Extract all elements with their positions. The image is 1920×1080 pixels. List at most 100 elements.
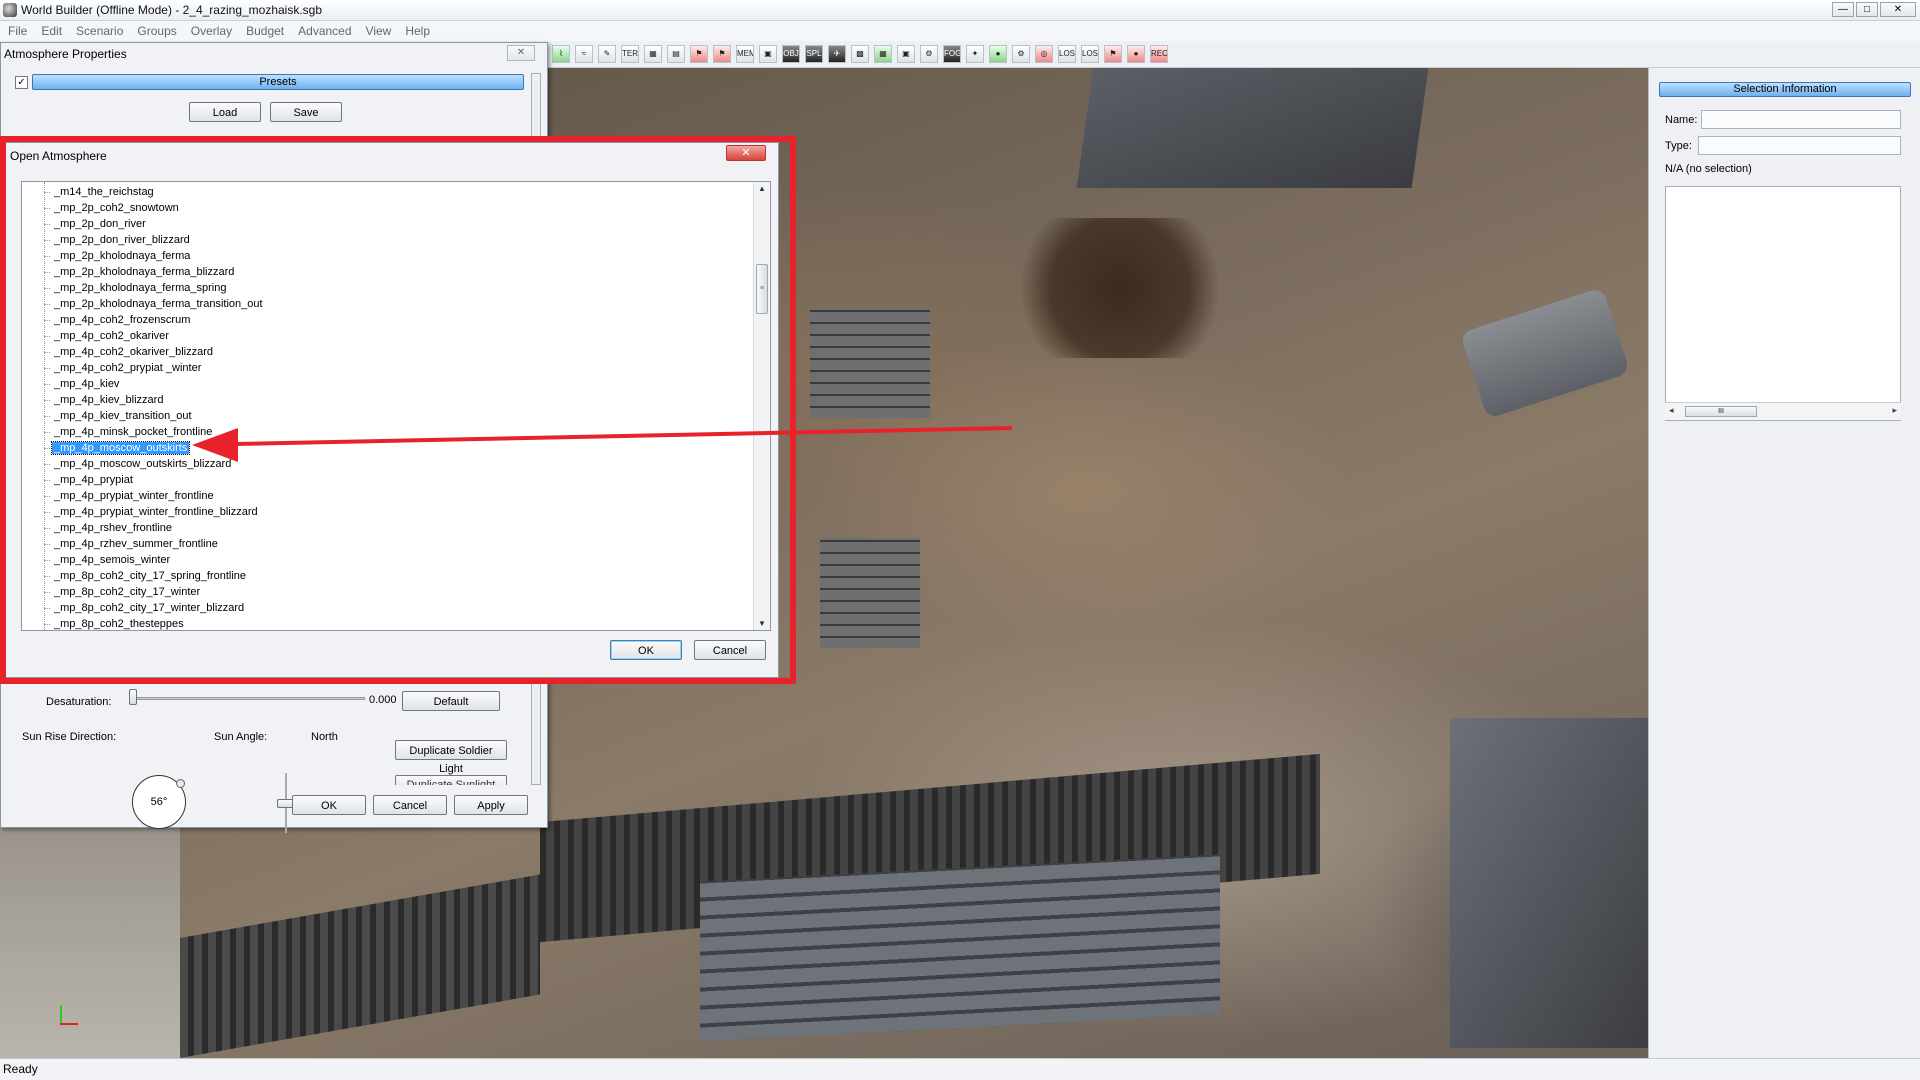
atmosphere-cancel-button[interactable]: Cancel [373, 795, 447, 815]
panel-icon[interactable]: ▤ [667, 45, 685, 63]
wave-icon[interactable]: ≈ [575, 45, 593, 63]
plane-icon[interactable]: ✈ [828, 45, 846, 63]
menu-view[interactable]: View [366, 24, 392, 38]
scroll-up-icon[interactable]: ▲ [758, 184, 766, 193]
tree-item[interactable]: _mp_8p_coh2_city_17_spring_frontline [44, 568, 265, 584]
dial-knob[interactable] [176, 779, 185, 788]
flag-alt-icon[interactable]: ⚑ [713, 45, 731, 63]
tree-item[interactable]: _mp_4p_kiev_transition_out [44, 408, 265, 424]
house-roof [1450, 718, 1650, 1048]
type-field[interactable] [1698, 136, 1901, 155]
atmosphere-close-icon[interactable]: ✕ [507, 45, 535, 61]
tree-item[interactable]: _mp_4p_prypiat_winter_frontline [44, 488, 265, 504]
frame-icon[interactable]: ▣ [897, 45, 915, 63]
flag-red-icon[interactable]: ⚑ [1104, 45, 1122, 63]
objects-icon[interactable]: OBJ [782, 45, 800, 63]
tree-item[interactable]: _mp_2p_coh2_snowtown [44, 200, 265, 216]
maximize-icon[interactable]: □ [1856, 2, 1878, 17]
menu-advanced[interactable]: Advanced [298, 24, 351, 38]
tree-item[interactable]: _mp_4p_prypiat [44, 472, 265, 488]
tree-item[interactable]: _mp_2p_don_river [44, 216, 265, 232]
tree-item[interactable]: _mp_4p_coh2_okariver [44, 328, 265, 344]
atmosphere-tree[interactable]: _m14_the_reichstag _mp_2p_coh2_snowtown _m… [21, 181, 771, 631]
record-icon[interactable]: ● [1127, 45, 1145, 63]
tree-item[interactable]: _mp_2p_kholodnaya_ferma [44, 248, 265, 264]
green-dot-icon[interactable]: ● [989, 45, 1007, 63]
memory-icon[interactable]: MEM [736, 45, 754, 63]
tree-item[interactable]: _mp_4p_minsk_pocket_frontline [44, 424, 265, 440]
scroll-down-icon[interactable]: ▼ [758, 619, 766, 628]
tree-scroll-thumb[interactable]: ≡ [756, 264, 768, 314]
rec-icon[interactable]: REC [1150, 45, 1168, 63]
tree-item[interactable]: _mp_4p_moscow_outskirts_blizzard [44, 456, 265, 472]
open-atmosphere-close-icon[interactable]: ✕ [726, 145, 766, 161]
tree-item[interactable]: _m14_the_reichstag [44, 184, 265, 200]
menu-groups[interactable]: Groups [137, 24, 176, 38]
tree-item[interactable]: _mp_4p_semois_winter [44, 552, 265, 568]
tree-item[interactable]: _mp_4p_rzhev_summer_frontline [44, 536, 265, 552]
tree-item[interactable]: _mp_4p_kiev [44, 376, 265, 392]
tree-item-label: _mp_4p_prypiat [54, 474, 133, 486]
save-button[interactable]: Save [270, 102, 342, 122]
atmosphere-apply-button[interactable]: Apply [454, 795, 528, 815]
duplicate-sunlight-button[interactable]: Duplicate Sunlight [395, 775, 507, 785]
selection-info-header[interactable]: Selection Information [1659, 82, 1911, 97]
tree-item[interactable]: _mp_2p_kholodnaya_ferma_spring [44, 280, 265, 296]
scroll-right-icon[interactable]: ▸ [1892, 405, 1897, 416]
default-button[interactable]: Default [402, 691, 500, 711]
cog-icon[interactable]: ⚙ [1012, 45, 1030, 63]
los-alt-icon[interactable]: LOS [1081, 45, 1099, 63]
star-icon[interactable]: ✦ [966, 45, 984, 63]
tree-vscrollbar[interactable]: ▲ ≡ ▼ [753, 182, 770, 630]
box-icon[interactable]: ▣ [759, 45, 777, 63]
scroll-thumb[interactable]: III [1685, 406, 1757, 417]
tree-item[interactable]: _mp_4p_moscow_outskirts [44, 440, 265, 456]
presets-header[interactable]: Presets [32, 74, 524, 90]
menu-scenario[interactable]: Scenario [76, 24, 123, 38]
menu-file[interactable]: File [8, 24, 27, 38]
tree-item[interactable]: _mp_8p_coh2_thesteppes [44, 616, 265, 630]
gear-icon[interactable]: ⚙ [920, 45, 938, 63]
grid-icon[interactable]: ▦ [644, 45, 662, 63]
los-icon[interactable]: LOS [1058, 45, 1076, 63]
fog-icon[interactable]: FOG [943, 45, 961, 63]
presets-checkbox[interactable]: ✓ [15, 76, 28, 89]
menu-budget[interactable]: Budget [246, 24, 284, 38]
map-icon[interactable]: ▦ [874, 45, 892, 63]
pencil-icon[interactable]: ✎ [598, 45, 616, 63]
load-button[interactable]: Load [189, 102, 261, 122]
close-icon[interactable]: ✕ [1880, 2, 1916, 17]
tree-item[interactable]: _mp_4p_kiev_blizzard [44, 392, 265, 408]
tree-item[interactable]: _mp_2p_kholodnaya_ferma_transition_out [44, 296, 265, 312]
tree-item[interactable]: _mp_4p_coh2_prypiat _winter [44, 360, 265, 376]
tree-item[interactable]: _mp_4p_prypiat_winter_frontline_blizzard [44, 504, 265, 520]
atmosphere-ok-button[interactable]: OK [292, 795, 366, 815]
tree-item[interactable]: _mp_4p_coh2_frozenscrum [44, 312, 265, 328]
tree-item[interactable]: _mp_2p_kholodnaya_ferma_blizzard [44, 264, 265, 280]
minimize-icon[interactable]: — [1832, 2, 1854, 17]
tree-item[interactable]: _mp_4p_rshev_frontline [44, 520, 265, 536]
chart-icon[interactable]: ⌇ [552, 45, 570, 63]
atmosphere-properties-title: Atmosphere Properties [4, 47, 127, 61]
duplicate-soldier-light-button[interactable]: Duplicate Soldier Light [395, 740, 507, 775]
name-field[interactable] [1701, 110, 1901, 129]
menu-help[interactable]: Help [405, 24, 430, 38]
scroll-left-icon[interactable]: ◂ [1669, 405, 1674, 416]
flag-icon[interactable]: ⚑ [690, 45, 708, 63]
selection-hscrollbar[interactable]: ◂ III ▸ [1665, 402, 1901, 420]
tree-item[interactable]: _mp_2p_don_river_blizzard [44, 232, 265, 248]
tree-item[interactable]: _mp_8p_coh2_city_17_winter_blizzard [44, 600, 265, 616]
desaturation-slider-track[interactable] [133, 697, 365, 700]
tree-item[interactable]: _mp_8p_coh2_city_17_winter [44, 584, 265, 600]
open-cancel-button[interactable]: Cancel [694, 640, 766, 660]
tree-item[interactable]: _mp_4p_coh2_okariver_blizzard [44, 344, 265, 360]
open-ok-button[interactable]: OK [610, 640, 682, 660]
terrain-icon[interactable]: TER [621, 45, 639, 63]
selection-list[interactable] [1665, 186, 1901, 421]
menu-overlay[interactable]: Overlay [191, 24, 232, 38]
menu-edit[interactable]: Edit [41, 24, 62, 38]
target-icon[interactable]: ◎ [1035, 45, 1053, 63]
splines-icon[interactable]: SPL [805, 45, 823, 63]
desaturation-slider-thumb[interactable] [129, 689, 137, 705]
checker-icon[interactable]: ▩ [851, 45, 869, 63]
